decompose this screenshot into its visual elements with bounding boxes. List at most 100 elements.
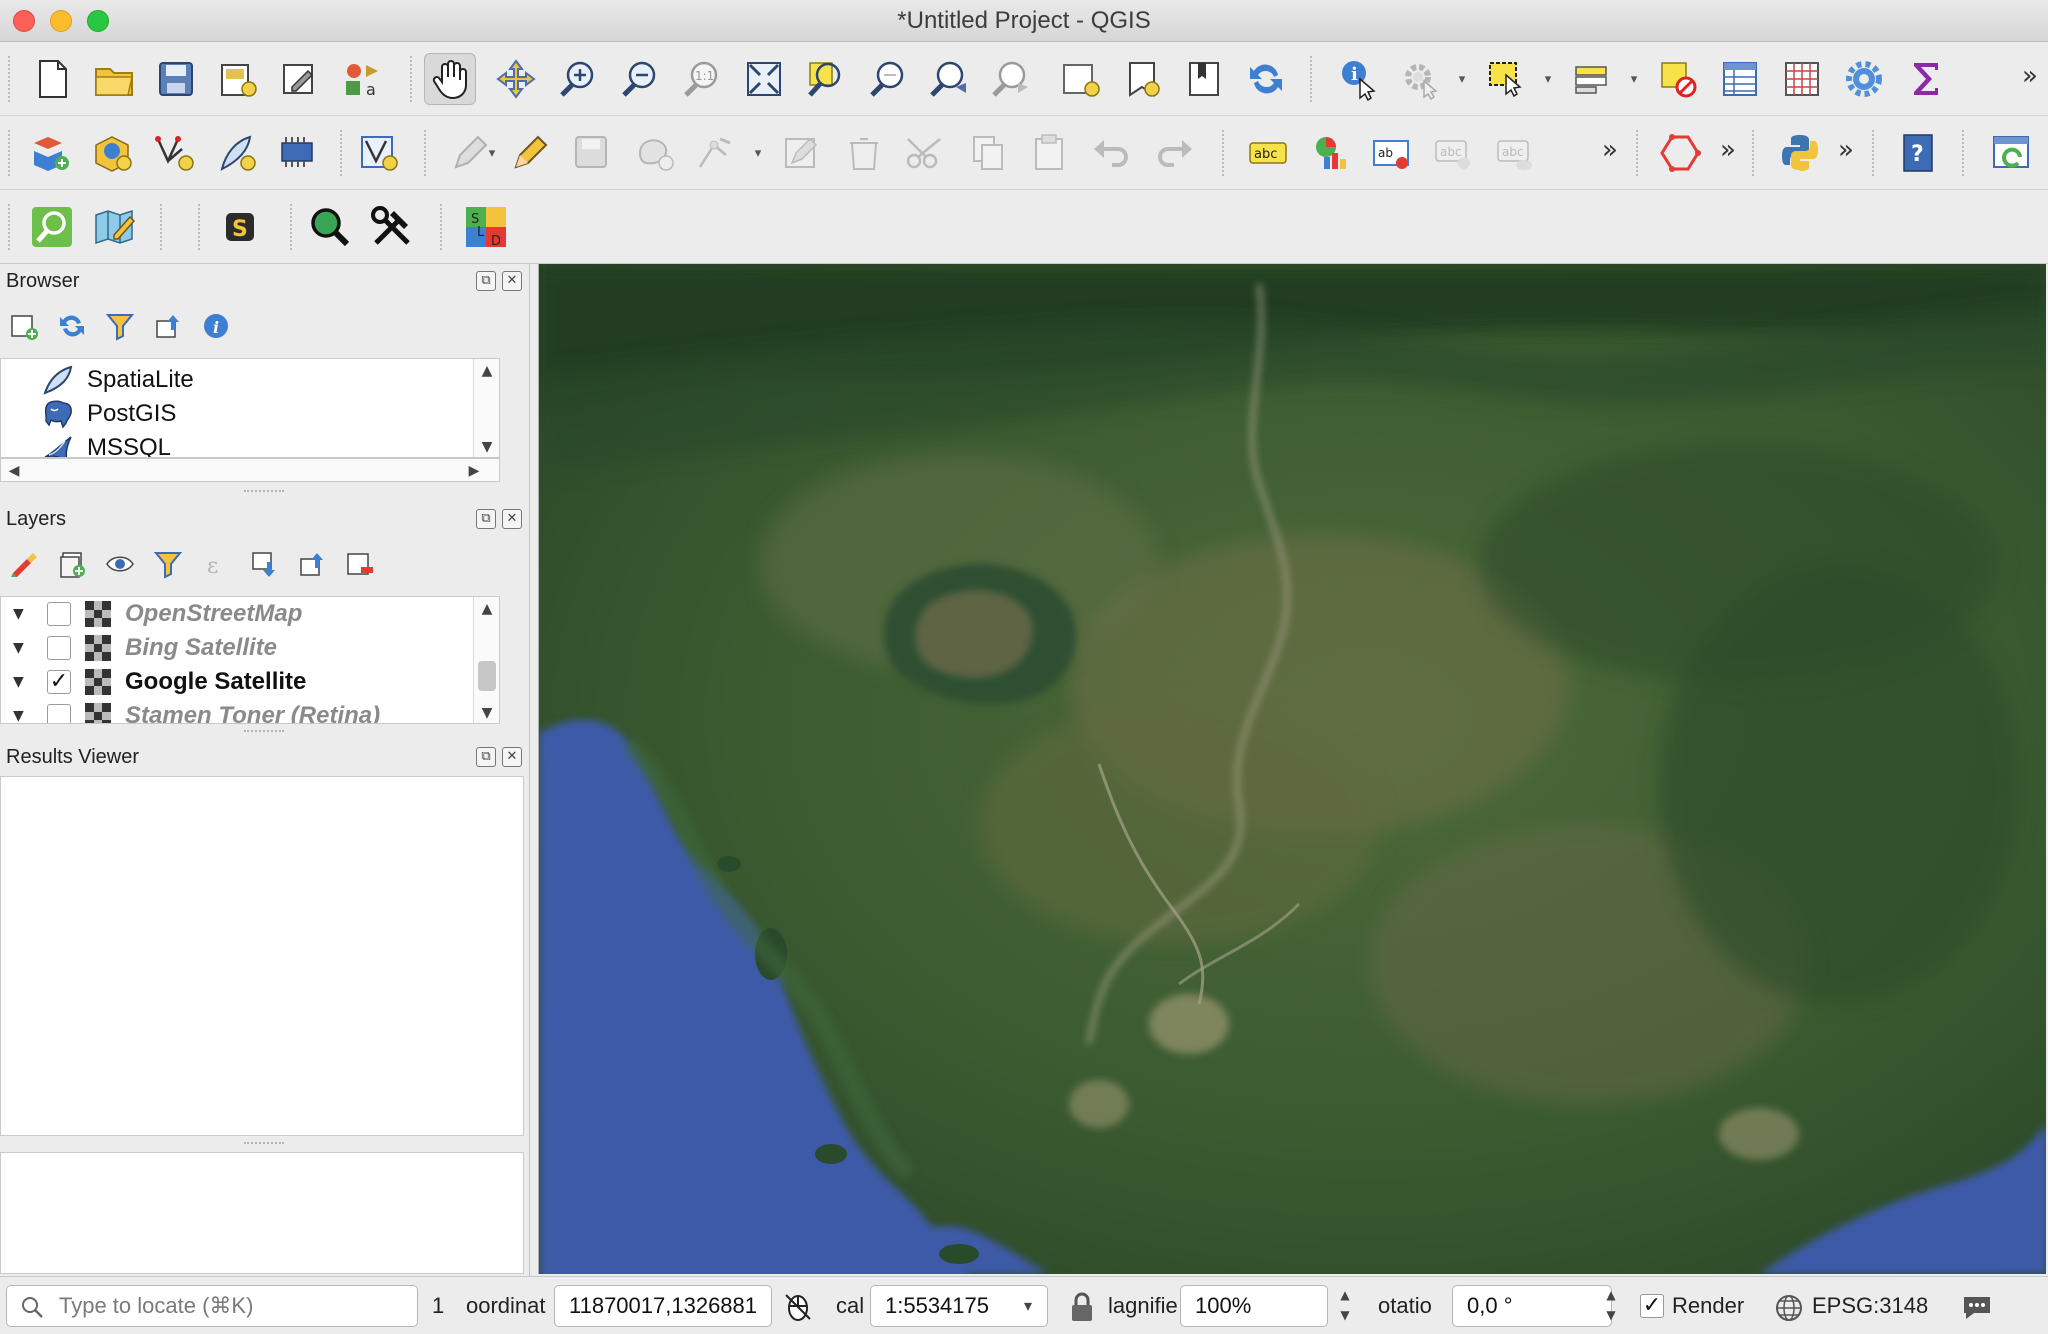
expand-arrow[interactable]: ▼	[13, 640, 29, 656]
plugins-toolbar-overflow-button[interactable]: »	[1832, 130, 1860, 170]
select-value-dropdown-arrow[interactable]: ▾	[1626, 72, 1642, 88]
select-features-button[interactable]	[1480, 53, 1532, 105]
layers-close-button[interactable]: ✕	[502, 509, 522, 529]
results-float-button[interactable]: ⧉	[476, 747, 496, 767]
save-project-button[interactable]	[150, 53, 202, 105]
browser-float-button[interactable]: ⧉	[476, 271, 496, 291]
rotation-spinner[interactable]: ▲ ▼	[1598, 1285, 1624, 1327]
style-manager-button[interactable]: a	[336, 53, 388, 105]
toolbar-overflow-button[interactable]: »	[2016, 56, 2044, 96]
map-tips-refresh-button[interactable]	[1986, 127, 2038, 179]
toolbox-button[interactable]	[1838, 53, 1890, 105]
results-viewer-list[interactable]	[0, 776, 524, 1136]
rotation-input[interactable]: 0,0 °	[1452, 1285, 1612, 1327]
magnifier-spinner[interactable]: ▲ ▼	[1332, 1285, 1358, 1327]
new-temporary-layer-button[interactable]	[272, 127, 324, 179]
expand-arrow[interactable]: ▼	[13, 674, 29, 690]
zoom-out-button[interactable]	[614, 53, 666, 105]
new-project-button[interactable]	[26, 53, 78, 105]
browser-refresh-button[interactable]	[54, 308, 90, 344]
layer-row-stamen-toner[interactable]: ▼ Stamen Toner (Retina)	[1, 699, 471, 723]
digitizing-shape-button[interactable]	[1654, 127, 1706, 179]
field-calculator-button[interactable]	[1776, 53, 1828, 105]
layers-filter-button[interactable]	[150, 546, 186, 582]
new-shapefile-layer-button[interactable]	[148, 127, 200, 179]
layout-manager-button[interactable]	[274, 53, 326, 105]
editing-dropdown-arrow[interactable]: ▾	[484, 146, 500, 162]
delete-selected-button[interactable]	[838, 127, 890, 179]
python-console-button[interactable]	[1774, 127, 1826, 179]
zoom-native-button[interactable]: 1:1	[676, 53, 728, 105]
layers-add-group-button[interactable]	[54, 546, 90, 582]
action-dropdown-arrow[interactable]: ▾	[1454, 72, 1470, 88]
pan-to-selection-button[interactable]	[490, 53, 542, 105]
browser-filter-button[interactable]	[102, 308, 138, 344]
new-map-view-button[interactable]	[1054, 53, 1106, 105]
script-plugin-button[interactable]: S	[214, 201, 266, 253]
zoom-full-button[interactable]	[738, 53, 790, 105]
select-by-value-button[interactable]	[1566, 53, 1618, 105]
layer-visibility-checkbox[interactable]	[47, 704, 71, 723]
layer-row-openstreetmap[interactable]: ▼ OpenStreetMap	[1, 597, 471, 631]
messages-button[interactable]	[1960, 1291, 1994, 1323]
data-source-manager-button[interactable]	[24, 127, 76, 179]
layers-float-button[interactable]: ⧉	[476, 509, 496, 529]
locator-plugin-button[interactable]	[26, 201, 78, 253]
save-layer-edits-button[interactable]	[566, 127, 618, 179]
scroll-down-arrow[interactable]: ▼	[474, 701, 499, 723]
scroll-up-arrow[interactable]: ▲	[474, 359, 499, 383]
panel-resize-grip[interactable]	[244, 1142, 284, 1148]
new-bookmark-button[interactable]	[1116, 53, 1168, 105]
layer-labeling-options-button[interactable]: abc	[1242, 127, 1294, 179]
scroll-thumb[interactable]	[478, 661, 496, 691]
help-contents-button[interactable]: ?	[1892, 127, 1944, 179]
vertex-dropdown-arrow[interactable]: ▾	[750, 146, 766, 162]
zoom-in-button[interactable]	[552, 53, 604, 105]
layers-remove-layer-button[interactable]	[342, 546, 378, 582]
locator-search-input[interactable]: Type to locate (⌘K)	[6, 1285, 418, 1327]
scale-dropdown-arrow[interactable]: ▾	[1008, 1285, 1048, 1327]
undo-button[interactable]	[1086, 127, 1138, 179]
crs-button-icon-wrap[interactable]	[1774, 1293, 1804, 1323]
pin-unpin-labels-button[interactable]: abc	[1428, 127, 1480, 179]
zoom-to-layer-button[interactable]	[862, 53, 914, 105]
layers-expand-all-button[interactable]	[246, 546, 282, 582]
current-edits-button[interactable]	[504, 127, 556, 179]
layer-visibility-checkbox[interactable]	[47, 602, 71, 626]
browser-properties-button[interactable]: i	[198, 308, 234, 344]
layer-visibility-checkbox[interactable]	[47, 636, 71, 660]
scroll-right-arrow[interactable]: ▶	[461, 459, 487, 483]
layers-collapse-all-button[interactable]	[294, 546, 330, 582]
layer-row-google-satellite[interactable]: ▼ ✓ Google Satellite	[1, 665, 471, 699]
new-print-layout-button[interactable]	[212, 53, 264, 105]
label-toolbar-overflow-button[interactable]: »	[1596, 130, 1624, 170]
georeferencer-button[interactable]	[88, 201, 140, 253]
highlight-pinned-labels-button[interactable]: ab	[1366, 127, 1418, 179]
redo-button[interactable]	[1148, 127, 1200, 179]
add-feature-button[interactable]	[628, 127, 680, 179]
quick-search-plugin-button[interactable]	[304, 201, 356, 253]
coordinate-input[interactable]: 11870017,1326881	[554, 1285, 772, 1327]
browser-collapse-all-button[interactable]	[150, 308, 186, 344]
open-attribute-table-button[interactable]	[1714, 53, 1766, 105]
paste-features-button[interactable]	[1024, 127, 1076, 179]
identify-features-button[interactable]: i	[1332, 53, 1384, 105]
layers-manage-visibility-button[interactable]	[102, 546, 138, 582]
cut-features-button[interactable]	[900, 127, 952, 179]
pan-map-button[interactable]	[424, 53, 476, 105]
scroll-up-arrow[interactable]: ▲	[474, 597, 499, 621]
message-count[interactable]: 1	[432, 1285, 444, 1327]
browser-item-spatialite[interactable]: SpatiaLite	[41, 363, 194, 397]
deselect-all-button[interactable]	[1652, 53, 1704, 105]
layers-vertical-scrollbar[interactable]: ▲ ▼	[473, 597, 499, 723]
statistical-summary-button[interactable]	[1900, 53, 1952, 105]
layer-row-bing-satellite[interactable]: ▼ Bing Satellite	[1, 631, 471, 665]
zoom-to-selection-button[interactable]	[800, 53, 852, 105]
crs-label[interactable]: EPSG:3148	[1812, 1285, 1928, 1327]
results-close-button[interactable]: ✕	[502, 747, 522, 767]
browser-add-selected-button[interactable]	[6, 308, 42, 344]
copy-features-button[interactable]	[962, 127, 1014, 179]
scroll-down-arrow[interactable]: ▼	[474, 435, 499, 457]
select-dropdown-arrow[interactable]: ▾	[1540, 72, 1556, 88]
shape-toolbar-overflow-button[interactable]: »	[1714, 130, 1742, 170]
